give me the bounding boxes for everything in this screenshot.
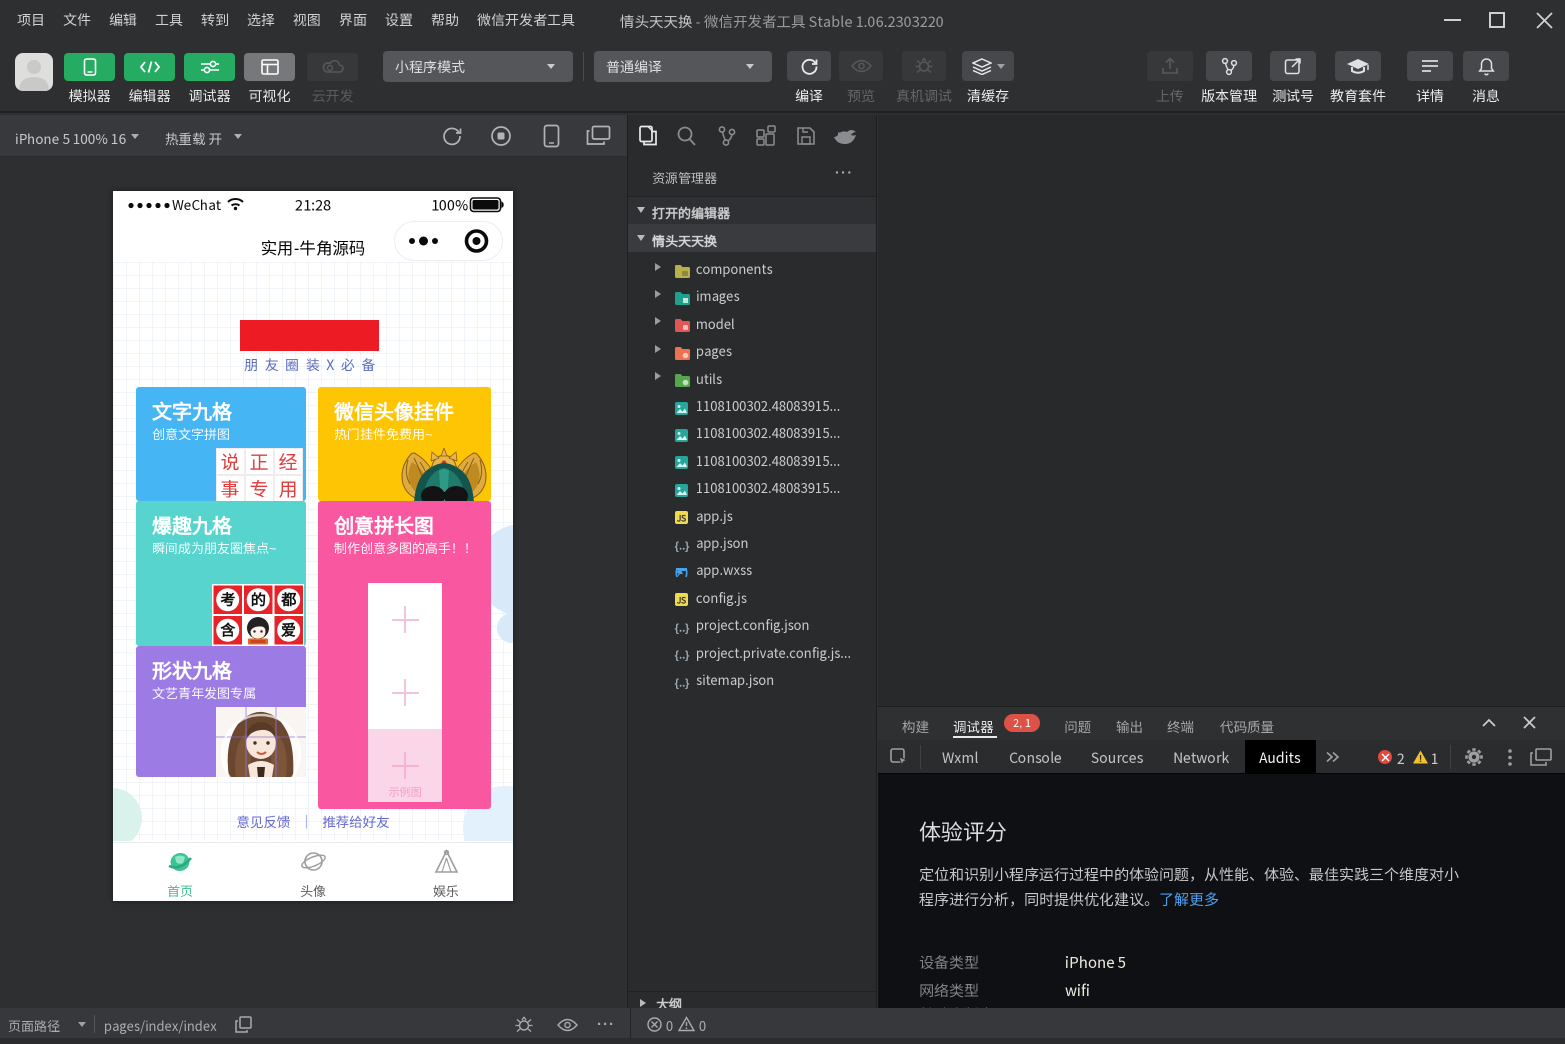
svg-text:{..}: {..} [675,538,690,553]
svg-text:100%: 100% [431,195,469,216]
svg-text:{..}: {..} [675,620,690,635]
svg-text:JS: JS [677,513,688,525]
svg-text:都: 都 [280,589,296,610]
svg-text:含: 含 [219,619,236,640]
svg-text:的: 的 [250,589,265,610]
svg-text:考: 考 [219,589,235,610]
svg-text:{..}: {..} [675,675,690,690]
svg-text:爱: 爱 [280,619,296,640]
svg-text:21:28: 21:28 [295,195,331,216]
svg-text:!: ! [1419,750,1422,765]
svg-text:JS: JS [677,595,688,607]
svg-text:{..}: {..} [675,647,690,662]
svg-text:WeChat: WeChat [172,194,222,214]
